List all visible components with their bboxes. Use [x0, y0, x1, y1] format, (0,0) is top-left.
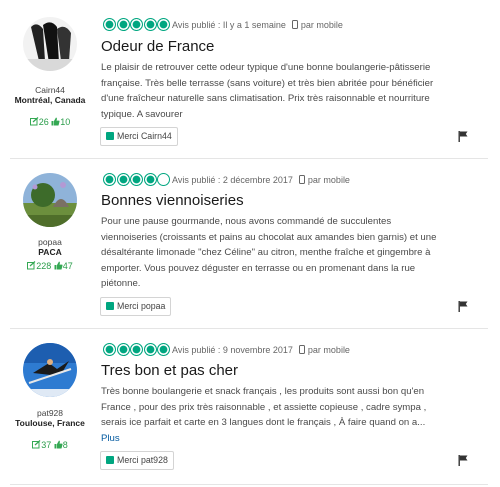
rating-bubble — [143, 343, 157, 356]
review-count-icon — [29, 117, 39, 126]
review-text-content: Le plaisir de retrouver cette odeur typi… — [101, 62, 434, 120]
user-location: Toulouse, France — [15, 418, 85, 428]
rating-bubble — [103, 173, 116, 186]
rating-bubble — [143, 18, 157, 31]
avatar[interactable] — [23, 173, 77, 227]
user-info: pat928 Toulouse, France — [0, 408, 100, 428]
rating-bubble — [116, 173, 130, 186]
read-more-link[interactable]: Plus — [101, 433, 120, 444]
rating-bubbles — [103, 343, 171, 357]
mobile-phone-icon — [298, 175, 305, 184]
publish-date: Avis publié : 2 décembre 2017 — [172, 175, 293, 185]
rating-bubble — [103, 343, 116, 356]
thank-button[interactable]: Merci Cairn44 — [100, 127, 178, 146]
thank-label: Merci popaa — [117, 301, 166, 311]
user-info: popaa PACA — [0, 237, 100, 257]
rating-bubble — [116, 343, 130, 356]
username[interactable]: popaa — [0, 237, 100, 247]
rating-bubble — [130, 343, 143, 356]
device-label: par mobile — [307, 345, 350, 355]
flag-icon[interactable] — [458, 131, 468, 142]
review-meta: Avis publié : 2 décembre 2017 par mobile — [172, 175, 350, 185]
thumbs-up-icon — [106, 456, 114, 464]
review-count-icon — [32, 440, 41, 449]
publish-date: Avis publié : Il y a 1 semaine — [172, 20, 286, 30]
review-title[interactable]: Bonnes viennoiseries — [101, 192, 244, 209]
user-location: Montréal, Canada — [14, 95, 86, 105]
flag-icon[interactable] — [458, 301, 468, 312]
review-text: Très bonne boulangerie et snack français… — [101, 384, 441, 446]
username[interactable]: pat928 — [0, 408, 100, 418]
review-count: 228 — [36, 261, 52, 271]
rating-bubble-empty — [157, 173, 170, 186]
rating-bubble — [157, 343, 170, 356]
review-count: 26 — [38, 117, 49, 127]
helpful-votes-icon — [54, 440, 63, 449]
review-card: pat928 Toulouse, France 37 8 Avis publié… — [0, 329, 500, 487]
avatar[interactable] — [23, 343, 77, 397]
helpful-votes-icon — [54, 261, 63, 270]
flag-icon[interactable] — [458, 455, 468, 466]
review-meta: Avis publié : 9 novembre 2017 par mobile — [172, 345, 350, 355]
rating-bubble — [103, 18, 116, 31]
review-meta: Avis publié : Il y a 1 semaine par mobile — [172, 20, 343, 30]
user-stats: 37 8 — [0, 440, 100, 450]
user-location: PACA — [38, 247, 62, 257]
review-count: 37 — [41, 440, 52, 450]
thank-label: Merci Cairn44 — [117, 131, 172, 141]
rating-bubbles — [103, 173, 171, 187]
device-label: par mobile — [307, 175, 350, 185]
user-stats: 26 10 — [0, 117, 100, 127]
mobile-phone-icon — [298, 345, 305, 354]
user-stats: 228 47 — [0, 261, 100, 271]
thank-button[interactable]: Merci popaa — [100, 297, 172, 316]
review-title[interactable]: Odeur de France — [101, 38, 214, 55]
helpful-votes: 8 — [62, 440, 68, 450]
review-count-icon — [27, 261, 36, 270]
helpful-votes-icon — [51, 117, 60, 126]
review-title[interactable]: Tres bon et pas cher — [101, 362, 238, 379]
thumbs-up-icon — [106, 132, 114, 140]
rating-bubble — [130, 18, 143, 31]
review-text-content: Très bonne boulangerie et snack français… — [101, 386, 427, 428]
mobile-phone-icon — [291, 20, 298, 29]
review-text: Pour une pause gourmande, nous avons com… — [101, 214, 441, 292]
thank-button[interactable]: Merci pat928 — [100, 451, 174, 470]
divider — [10, 484, 488, 485]
rating-bubble — [116, 18, 130, 31]
helpful-votes: 47 — [62, 261, 73, 271]
rating-bubbles — [103, 18, 171, 32]
review-text: Le plaisir de retrouver cette odeur typi… — [101, 60, 441, 122]
review-card: Cairn44 Montréal, Canada 26 10 Avis publ… — [0, 0, 500, 158]
rating-bubble — [143, 173, 157, 186]
user-info: Cairn44 Montréal, Canada — [0, 85, 100, 105]
rating-bubble — [157, 18, 170, 31]
helpful-votes: 10 — [60, 117, 71, 127]
avatar[interactable] — [23, 17, 77, 71]
review-text-content: Pour une pause gourmande, nous avons com… — [101, 216, 437, 289]
username[interactable]: Cairn44 — [0, 85, 100, 95]
thumbs-up-icon — [106, 302, 114, 310]
thank-label: Merci pat928 — [117, 455, 168, 465]
device-label: par mobile — [300, 20, 343, 30]
review-card: popaa PACA 228 47 Avis publié : 2 décemb… — [0, 159, 500, 328]
publish-date: Avis publié : 9 novembre 2017 — [172, 345, 293, 355]
rating-bubble — [130, 173, 143, 186]
